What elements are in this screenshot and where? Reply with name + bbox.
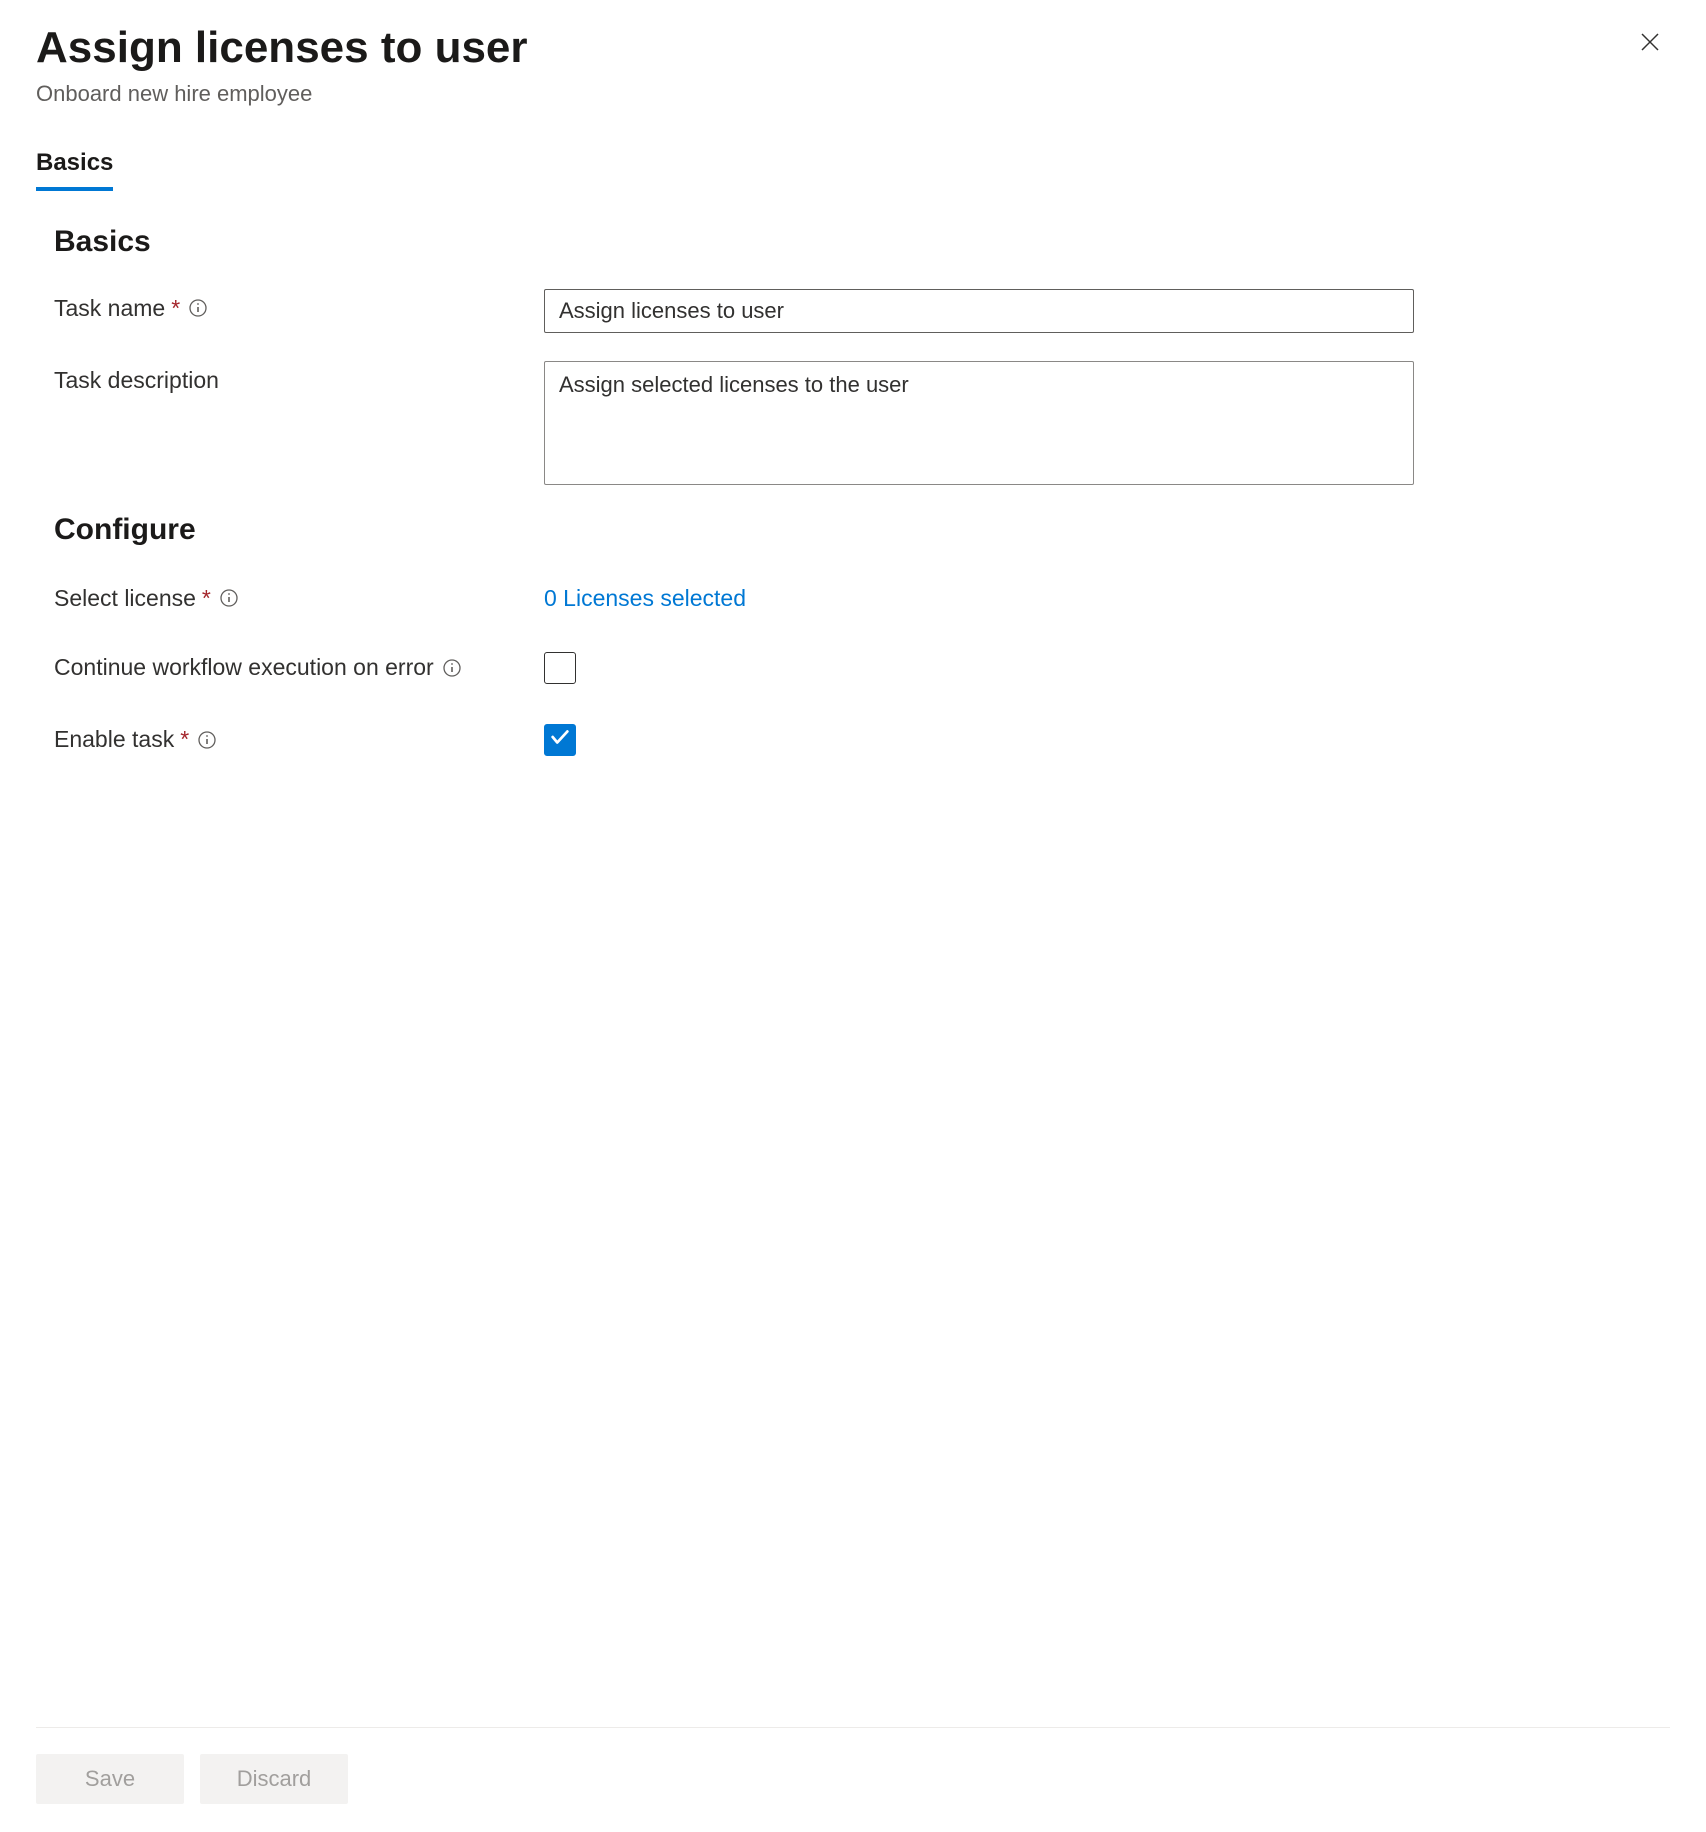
header-text-group: Assign licenses to user Onboard new hire… [36, 22, 528, 107]
panel-subtitle: Onboard new hire employee [36, 81, 528, 107]
tab-basics[interactable]: Basics [36, 149, 113, 191]
configure-section-heading: Configure [54, 513, 1670, 547]
continue-on-error-row: Continue workflow execution on error [54, 652, 1670, 684]
task-name-input[interactable] [544, 289, 1414, 333]
required-indicator: * [180, 726, 189, 753]
enable-task-checkbox[interactable] [544, 724, 576, 756]
required-indicator: * [171, 295, 180, 322]
discard-button[interactable]: Discard [200, 1754, 348, 1804]
panel-footer: Save Discard [36, 1727, 1670, 1832]
info-icon[interactable] [442, 658, 462, 678]
task-name-label: Task name * [54, 289, 544, 322]
info-icon[interactable] [219, 588, 239, 608]
close-icon [1638, 30, 1662, 57]
tabs-bar: Basics [36, 149, 1670, 191]
licenses-selected-link[interactable]: 0 Licenses selected [544, 585, 746, 612]
info-icon[interactable] [188, 298, 208, 318]
enable-task-label: Enable task * [54, 726, 544, 753]
required-indicator: * [202, 585, 211, 612]
panel-content: Basics Task name * Task description [36, 191, 1670, 1727]
select-license-label: Select license * [54, 585, 544, 612]
continue-on-error-label: Continue workflow execution on error [54, 654, 544, 681]
assign-licenses-panel: Assign licenses to user Onboard new hire… [0, 0, 1706, 1832]
panel-header: Assign licenses to user Onboard new hire… [36, 22, 1670, 107]
info-icon[interactable] [197, 730, 217, 750]
task-name-row: Task name * [54, 289, 1670, 333]
panel-title: Assign licenses to user [36, 22, 528, 75]
basics-section-heading: Basics [54, 225, 1670, 259]
continue-on-error-checkbox[interactable] [544, 652, 576, 684]
task-description-input[interactable] [544, 361, 1414, 485]
enable-task-row: Enable task * [54, 724, 1670, 756]
task-description-row: Task description [54, 361, 1670, 485]
save-button[interactable]: Save [36, 1754, 184, 1804]
checkmark-icon [549, 726, 571, 753]
close-button[interactable] [1630, 22, 1670, 65]
select-license-row: Select license * 0 Licenses selected [54, 585, 1670, 612]
task-description-label: Task description [54, 361, 544, 394]
